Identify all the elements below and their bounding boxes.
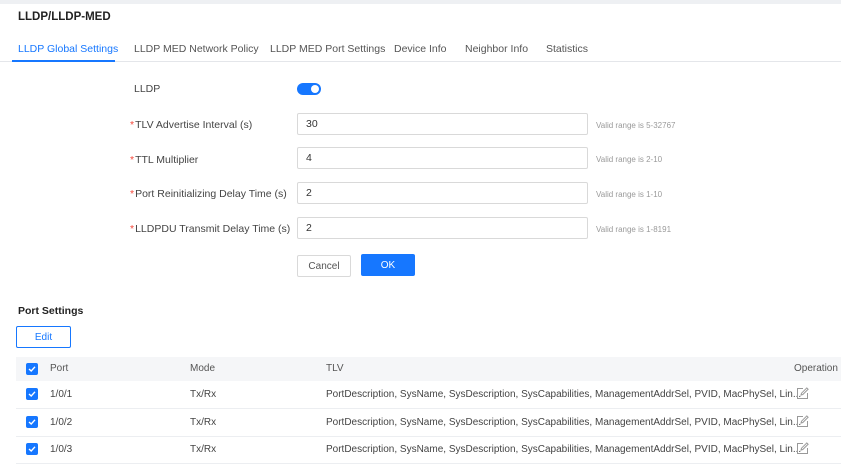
tab-lldp-med-port-settings[interactable]: LLDP MED Port Settings [270, 43, 385, 55]
edit-icon[interactable] [796, 415, 809, 428]
page-title: LLDP/LLDP-MED [18, 11, 111, 23]
required-mark: * [130, 154, 135, 166]
tlv-cell: PortDescription, SysName, SysDescription… [326, 417, 802, 428]
port-reinit-delay-hint: Valid range is 1-10 [596, 190, 663, 199]
tab-device-info[interactable]: Device Info [394, 43, 447, 55]
row-checkbox[interactable] [26, 416, 38, 428]
row-checkbox[interactable] [26, 388, 38, 400]
column-header-tlv: TLV [326, 363, 344, 374]
tab-lldp-global-settings[interactable]: LLDP Global Settings [18, 43, 118, 55]
tab-neighbor-info[interactable]: Neighbor Info [465, 43, 528, 55]
table-row: 1/0/2 Tx/Rx PortDescription, SysName, Sy… [16, 409, 841, 437]
ttl-multiplier-label-text: TTL Multiplier [135, 154, 199, 166]
tab-statistics[interactable]: Statistics [546, 43, 588, 55]
ttl-multiplier-label: *TTL Multiplier [130, 154, 198, 166]
mode-cell: Tx/Rx [190, 417, 217, 428]
edit-button[interactable]: Edit [16, 326, 71, 348]
required-mark: * [130, 188, 135, 200]
edit-icon[interactable] [796, 442, 809, 455]
tlv-interval-label-text: TLV Advertise Interval (s) [135, 119, 253, 131]
port-reinit-delay-input[interactable] [297, 182, 588, 204]
active-tab-indicator [12, 60, 115, 62]
row-checkbox[interactable] [26, 443, 38, 455]
port-cell: 1/0/1 [50, 389, 73, 400]
check-icon [28, 366, 36, 372]
port-cell: 1/0/3 [50, 444, 73, 455]
select-all-checkbox[interactable] [26, 363, 38, 375]
edit-icon[interactable] [796, 387, 809, 400]
check-icon [28, 419, 36, 425]
toggle-knob [311, 85, 319, 93]
required-mark: * [130, 119, 135, 131]
table-row: 1/0/3 Tx/Rx PortDescription, SysName, Sy… [16, 436, 841, 464]
port-reinit-delay-label: *Port Reinitializing Delay Time (s) [130, 188, 287, 200]
tlv-cell: PortDescription, SysName, SysDescription… [326, 389, 802, 400]
column-header-port: Port [50, 363, 69, 374]
check-icon [28, 446, 36, 452]
column-header-operation: Operation [794, 363, 838, 374]
tlv-cell: PortDescription, SysName, SysDescription… [326, 444, 802, 455]
mode-cell: Tx/Rx [190, 444, 217, 455]
cancel-button[interactable]: Cancel [297, 255, 351, 277]
lldpdu-delay-hint: Valid range is 1-8191 [596, 225, 672, 234]
required-mark: * [130, 223, 135, 235]
lldp-label: LLDP [134, 83, 161, 95]
port-settings-title: Port Settings [18, 305, 84, 317]
column-header-mode: Mode [190, 363, 216, 374]
lldp-toggle[interactable] [297, 83, 321, 95]
port-cell: 1/0/2 [50, 417, 73, 428]
lldpdu-delay-label-text: LLDPDU Transmit Delay Time (s) [135, 223, 291, 235]
table-row: 1/0/1 Tx/Rx PortDescription, SysName, Sy… [16, 381, 841, 409]
mode-cell: Tx/Rx [190, 389, 217, 400]
ttl-multiplier-hint: Valid range is 2-10 [596, 155, 663, 164]
tlv-interval-hint: Valid range is 5-32767 [596, 121, 676, 130]
tlv-interval-label: *TLV Advertise Interval (s) [130, 119, 252, 131]
window-top-edge [0, 0, 841, 4]
table-header: Port Mode TLV Operation [16, 357, 841, 381]
lldpdu-delay-input[interactable] [297, 217, 588, 239]
port-reinit-delay-label-text: Port Reinitializing Delay Time (s) [135, 188, 287, 200]
tab-lldp-med-network-policy[interactable]: LLDP MED Network Policy [134, 43, 259, 55]
tlv-interval-input[interactable] [297, 113, 588, 135]
tab-bar: LLDP Global Settings LLDP MED Network Po… [0, 31, 841, 62]
ttl-multiplier-input[interactable] [297, 147, 588, 169]
check-icon [28, 391, 36, 397]
ok-button[interactable]: OK [361, 254, 415, 276]
lldpdu-delay-label: *LLDPDU Transmit Delay Time (s) [130, 223, 290, 235]
